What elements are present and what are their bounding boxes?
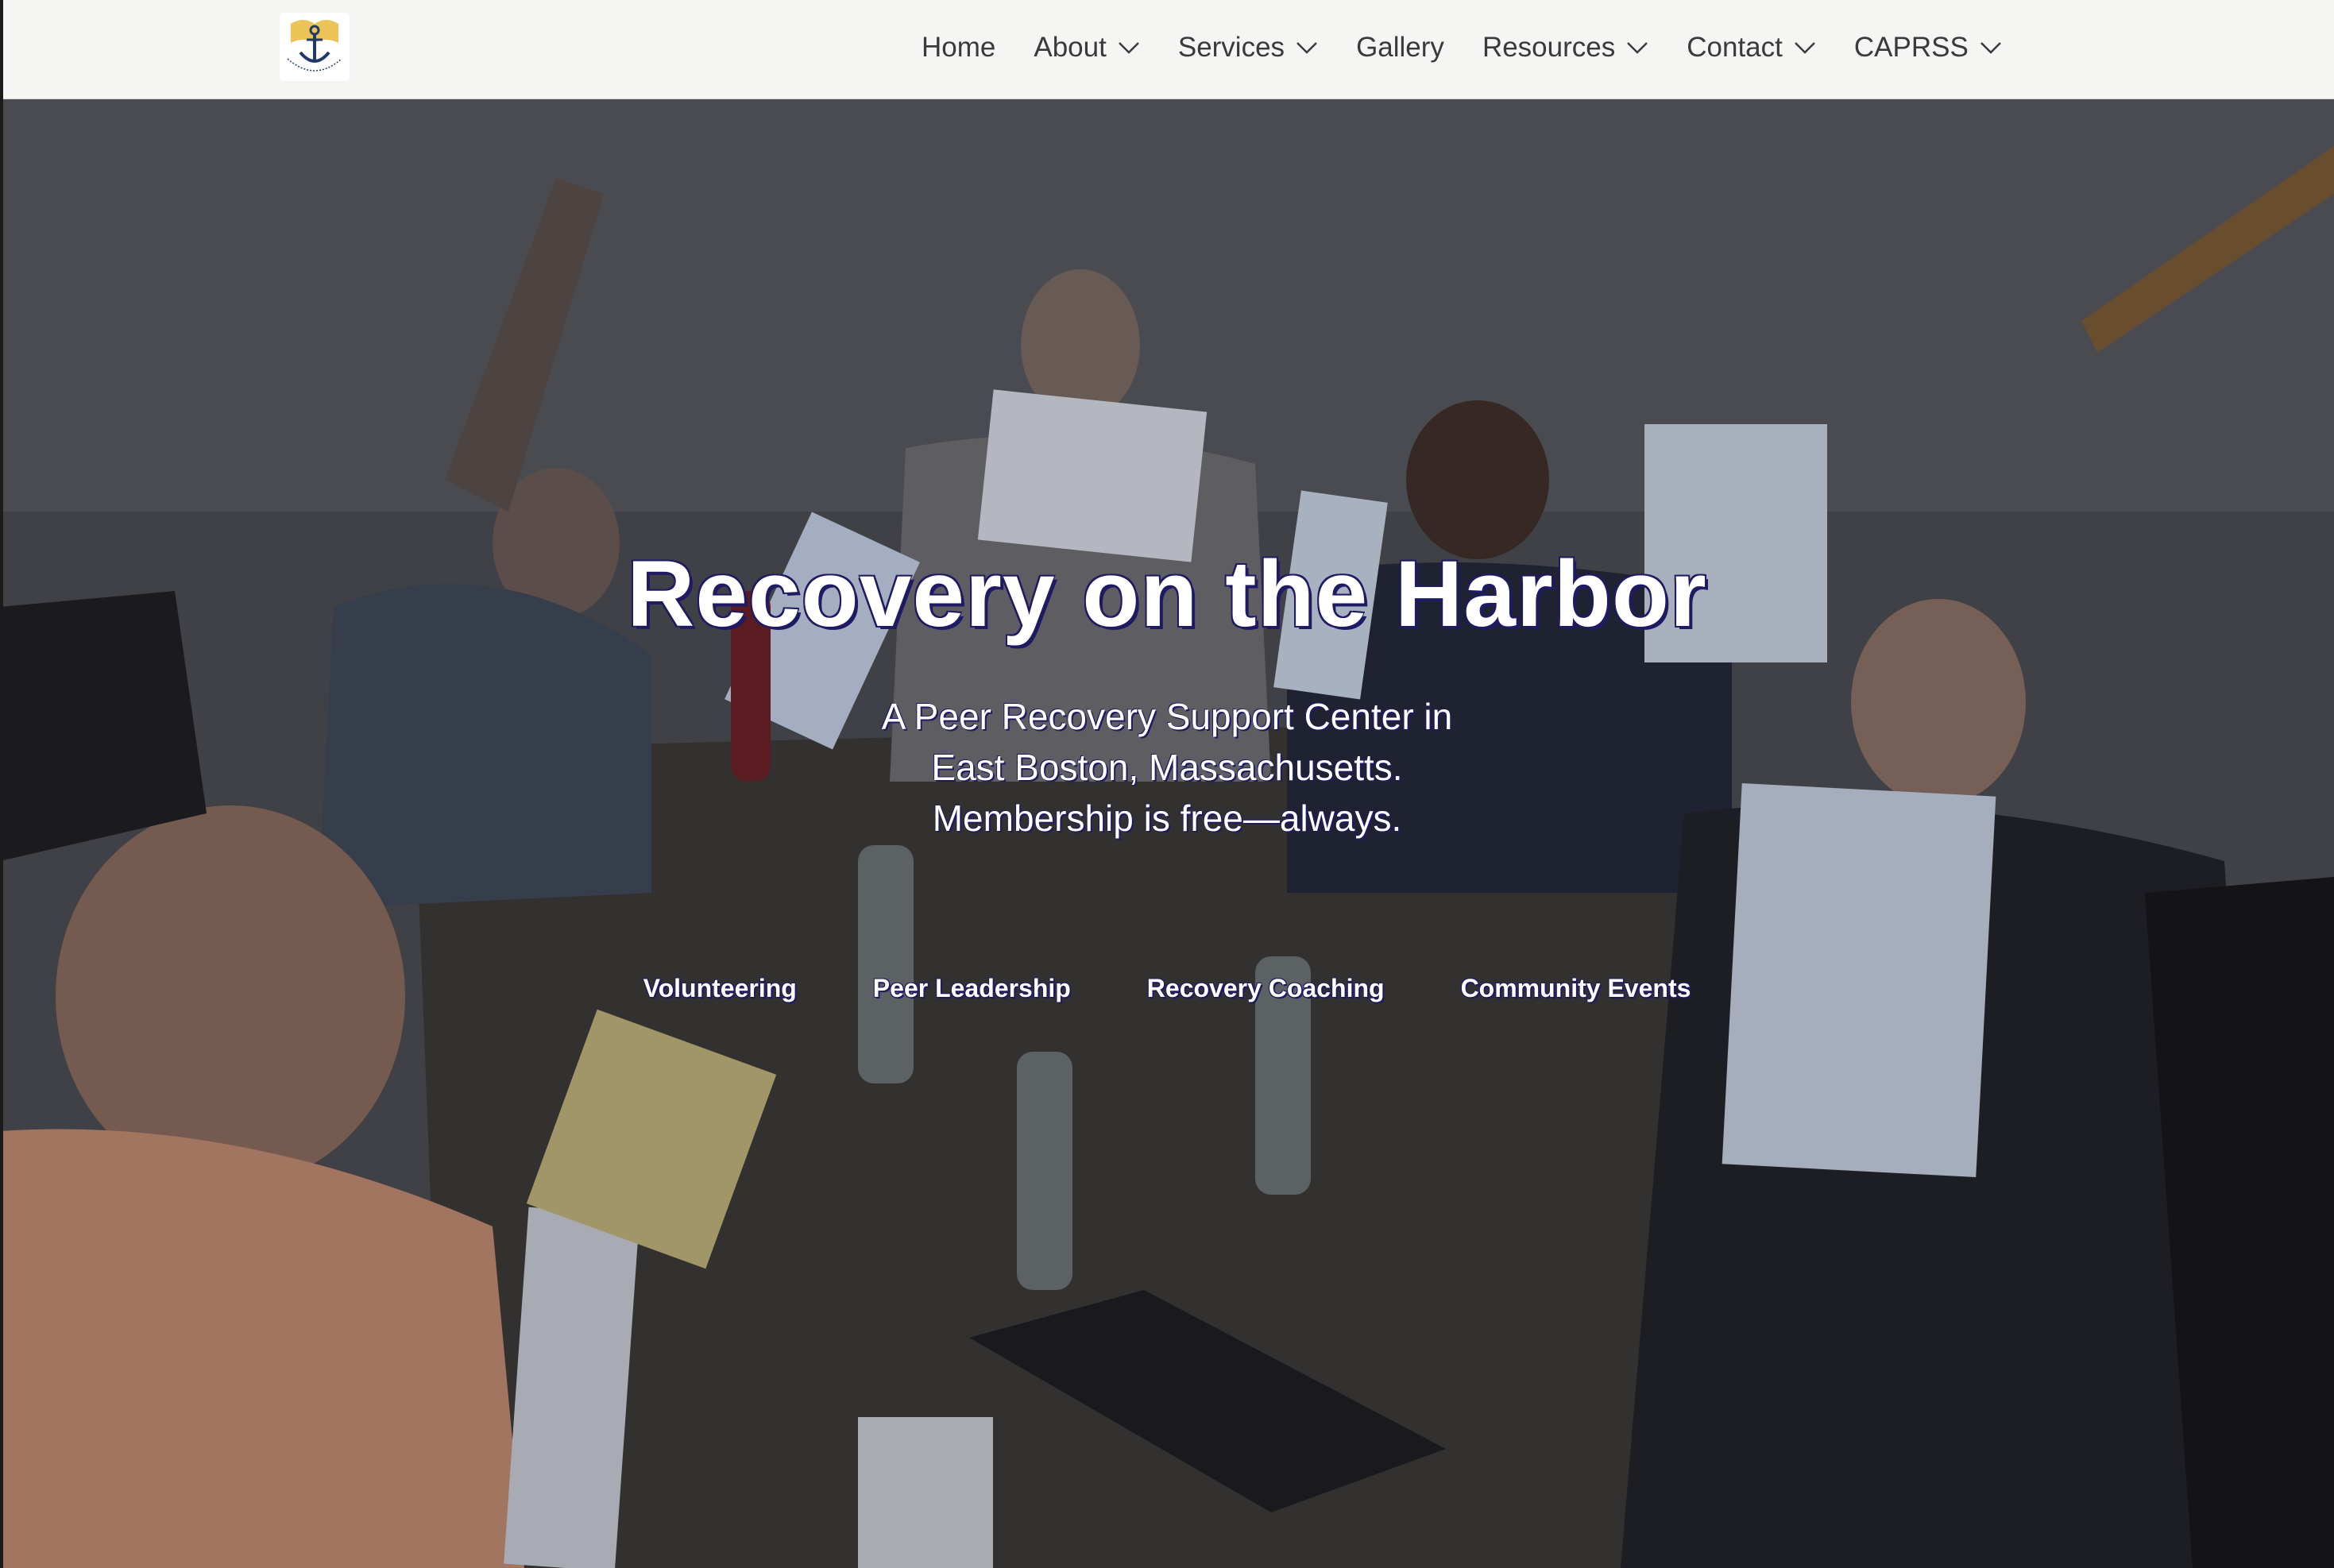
nav-resources-label: Resources [1482, 32, 1616, 63]
hero-subtitle-line: Membership is free—always. [932, 798, 1402, 839]
nav-home-label: Home [922, 32, 996, 63]
main-nav: Home About Services Gallery Resources Co… [922, 24, 2002, 71]
site-logo[interactable] [280, 13, 350, 81]
link-community-events[interactable]: Community Events [1461, 974, 1691, 1003]
window-edge [0, 0, 3, 1568]
nav-resources[interactable]: Resources [1482, 32, 1648, 64]
hero-links: Volunteering Peer Leadership Recovery Co… [0, 974, 2334, 1003]
link-volunteering[interactable]: Volunteering [643, 974, 797, 1003]
anchor-logo-icon [287, 20, 342, 71]
chevron-down-icon [1980, 42, 2001, 54]
chevron-down-icon [1296, 42, 1317, 54]
nav-about-label: About [1034, 32, 1107, 63]
nav-gallery[interactable]: Gallery [1356, 32, 1444, 64]
site-header: Home About Services Gallery Resources Co… [0, 0, 2334, 99]
nav-about[interactable]: About [1034, 32, 1139, 64]
nav-services-label: Services [1177, 32, 1285, 63]
nav-contact-label: Contact [1687, 32, 1783, 63]
page: Home About Services Gallery Resources Co… [0, 0, 2334, 1568]
hero-subtitle: A Peer Recovery Support Center in East B… [0, 691, 2334, 844]
chevron-down-icon [1118, 42, 1139, 54]
hero-title: Recovery on the Harbor [627, 542, 1707, 647]
hero-subtitle-line: A Peer Recovery Support Center in [881, 696, 1453, 737]
nav-caprss[interactable]: CAPRSS [1854, 32, 2002, 64]
nav-gallery-label: Gallery [1356, 32, 1444, 63]
nav-caprss-label: CAPRSS [1853, 32, 1969, 63]
chevron-down-icon [1627, 42, 1648, 54]
nav-services[interactable]: Services [1178, 32, 1318, 64]
link-recovery-coaching[interactable]: Recovery Coaching [1147, 974, 1385, 1003]
nav-contact[interactable]: Contact [1687, 32, 1816, 64]
chevron-down-icon [1794, 42, 1815, 54]
nav-home[interactable]: Home [922, 32, 995, 64]
hero-subtitle-line: East Boston, Massachusetts. [931, 747, 1403, 788]
link-peer-leadership[interactable]: Peer Leadership [873, 974, 1071, 1003]
